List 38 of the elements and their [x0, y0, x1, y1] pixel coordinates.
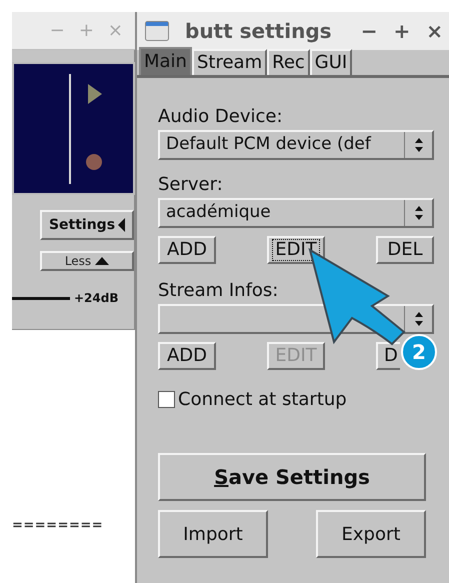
settings-button[interactable]: Settings: [40, 210, 134, 240]
play-icon[interactable]: [88, 84, 102, 104]
tab[interactable]: Main: [139, 47, 192, 75]
tab[interactable]: GUI: [310, 49, 352, 75]
up-down-icon: [414, 137, 424, 153]
field-label: Audio Device:: [158, 106, 284, 128]
tab[interactable]: Rec: [267, 49, 310, 75]
checkbox-label: Connect at startup: [178, 388, 347, 412]
export-button[interactable]: Export: [316, 510, 426, 558]
field-label: Server:: [158, 174, 224, 196]
window-title: butt settings: [185, 18, 332, 45]
up-down-icon: [414, 205, 424, 221]
checkbox[interactable]: [158, 391, 175, 408]
action-button[interactable]: DEL: [376, 236, 434, 264]
triangle-up-icon: [95, 257, 110, 265]
save-settings-button[interactable]: Save Settings: [158, 453, 426, 501]
gain-slider-track[interactable]: [12, 296, 70, 300]
triangle-left-icon: [118, 218, 126, 232]
dropdown-value: académique: [166, 201, 271, 224]
gain-reading: +24dB: [74, 290, 118, 307]
audio-device-dropdown[interactable]: Default PCM device (def: [158, 130, 434, 160]
window-icon: [145, 21, 169, 41]
window-control[interactable]: +: [393, 16, 410, 46]
dropdown-value: Default PCM device (def: [166, 133, 371, 156]
import-button[interactable]: Import: [158, 510, 268, 558]
window-control[interactable]: ×: [426, 16, 443, 46]
action-button[interactable]: ADD: [158, 236, 216, 264]
action-button[interactable]: EDIT: [267, 236, 325, 264]
up-down-icon: [414, 311, 424, 327]
record-icon[interactable]: [86, 154, 102, 170]
server-dropdown[interactable]: académique: [158, 198, 434, 228]
tab[interactable]: Stream: [192, 49, 268, 75]
less-button[interactable]: Less: [40, 251, 134, 271]
separator-text: ========: [12, 518, 104, 533]
action-button[interactable]: ADD: [158, 342, 216, 370]
field-label: Stream Infos:: [158, 280, 280, 302]
action-button[interactable]: D: [376, 342, 400, 370]
window-control[interactable]: −: [360, 16, 378, 46]
